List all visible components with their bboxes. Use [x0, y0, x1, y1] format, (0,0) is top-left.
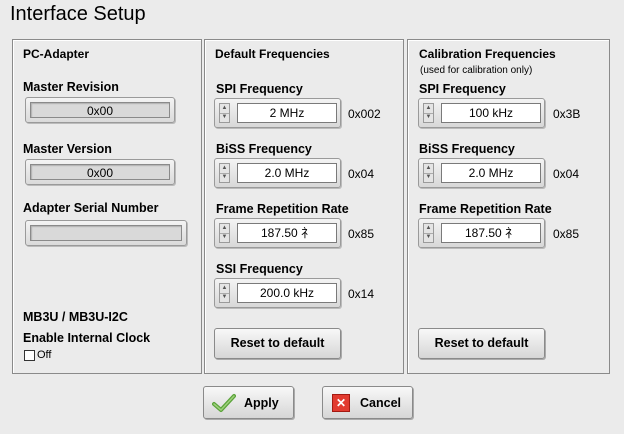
calib-frame-spinner[interactable]: ▲ ▼ — [423, 223, 434, 243]
default-ssi-spinner[interactable]: ▲ ▼ — [219, 283, 230, 303]
internal-clock-checkbox-label: Off — [37, 349, 52, 361]
serial-number-display — [25, 220, 187, 246]
calib-biss-label: BiSS Frequency — [419, 142, 515, 156]
default-frequencies-panel: Default Frequencies SPI Frequency ▲ ▼ 2 … — [204, 39, 404, 374]
calib-frame-label: Frame Repetition Rate — [419, 202, 552, 216]
calib-spi-value[interactable]: 100 kHz — [441, 103, 541, 123]
spin-down-icon[interactable]: ▼ — [424, 233, 433, 242]
pc-adapter-panel: PC-Adapter Master Revision 0x00 Master V… — [12, 39, 202, 374]
default-spi-label: SPI Frequency — [216, 82, 303, 96]
window-title: Interface Setup — [10, 3, 146, 25]
apply-button[interactable]: Apply — [203, 386, 294, 419]
spin-down-icon[interactable]: ▼ — [220, 173, 229, 182]
default-frame-spinner[interactable]: ▲ ▼ — [219, 223, 230, 243]
default-biss-spinner[interactable]: ▲ ▼ — [219, 163, 230, 183]
mb3u-label: MB3U / MB3U-I2C — [23, 310, 128, 324]
calib-biss-spinner[interactable]: ▲ ▼ — [423, 163, 434, 183]
master-version-display: 0x00 — [25, 159, 175, 185]
calib-biss-control: ▲ ▼ 2.0 MHz — [418, 158, 545, 188]
default-frame-control: ▲ ▼ 187.50 礻 — [214, 218, 341, 248]
calib-spi-hex: 0x3B — [553, 107, 581, 121]
default-ssi-hex: 0x14 — [348, 287, 375, 301]
cancel-button-label: Cancel — [360, 396, 401, 410]
calib-spi-spinner[interactable]: ▲ ▼ — [423, 103, 434, 123]
master-revision-label: Master Revision — [23, 80, 119, 94]
calib-frame-control: ▲ ▼ 187.50 礻 — [418, 218, 545, 248]
default-ssi-label: SSI Frequency — [216, 262, 303, 276]
master-version-value: 0x00 — [30, 164, 170, 180]
default-frame-hex: 0x85 — [348, 227, 375, 241]
enable-internal-clock-label: Enable Internal Clock — [23, 331, 151, 345]
default-frame-label: Frame Repetition Rate — [216, 202, 349, 216]
spin-down-icon[interactable]: ▼ — [220, 233, 229, 242]
checkmark-icon — [212, 394, 236, 412]
master-revision-display: 0x00 — [25, 97, 175, 123]
serial-number-label: Adapter Serial Number — [23, 201, 159, 215]
spin-down-icon[interactable]: ▼ — [424, 173, 433, 182]
calibration-frequencies-panel: Calibration Frequencies (used for calibr… — [407, 39, 610, 374]
master-version-label: Master Version — [23, 142, 112, 156]
cancel-button[interactable]: ✕ Cancel — [322, 386, 413, 419]
spin-down-icon[interactable]: ▼ — [220, 293, 229, 302]
calibration-frequencies-title: Calibration Frequencies — [419, 47, 556, 61]
default-biss-control: ▲ ▼ 2.0 MHz — [214, 158, 341, 188]
calib-reset-button[interactable]: Reset to default — [418, 328, 545, 359]
default-spi-control: ▲ ▼ 2 MHz — [214, 98, 341, 128]
apply-button-label: Apply — [244, 396, 279, 410]
default-ssi-value[interactable]: 200.0 kHz — [237, 283, 337, 303]
default-reset-button[interactable]: Reset to default — [214, 328, 341, 359]
default-biss-hex: 0x04 — [348, 167, 375, 181]
default-spi-value[interactable]: 2 MHz — [237, 103, 337, 123]
spin-down-icon[interactable]: ▼ — [220, 113, 229, 122]
default-spi-spinner[interactable]: ▲ ▼ — [219, 103, 230, 123]
serial-number-value — [30, 225, 182, 241]
default-spi-hex: 0x002 — [348, 107, 381, 121]
default-biss-value[interactable]: 2.0 MHz — [237, 163, 337, 183]
calib-spi-label: SPI Frequency — [419, 82, 506, 96]
pc-adapter-title: PC-Adapter — [23, 47, 90, 61]
default-frame-value[interactable]: 187.50 礻 — [237, 223, 337, 243]
calib-biss-hex: 0x04 — [553, 167, 580, 181]
calib-biss-value[interactable]: 2.0 MHz — [441, 163, 541, 183]
default-ssi-control: ▲ ▼ 200.0 kHz — [214, 278, 341, 308]
internal-clock-checkbox[interactable] — [24, 350, 35, 361]
default-biss-label: BiSS Frequency — [216, 142, 312, 156]
calib-frame-hex: 0x85 — [553, 227, 580, 241]
calib-spi-control: ▲ ▼ 100 kHz — [418, 98, 545, 128]
master-revision-value: 0x00 — [30, 102, 170, 118]
spin-down-icon[interactable]: ▼ — [424, 113, 433, 122]
close-icon: ✕ — [332, 394, 350, 412]
calib-frame-value[interactable]: 187.50 礻 — [441, 223, 541, 243]
default-frequencies-title: Default Frequencies — [215, 47, 330, 61]
calibration-frequencies-subtitle: (used for calibration only) — [420, 65, 533, 76]
